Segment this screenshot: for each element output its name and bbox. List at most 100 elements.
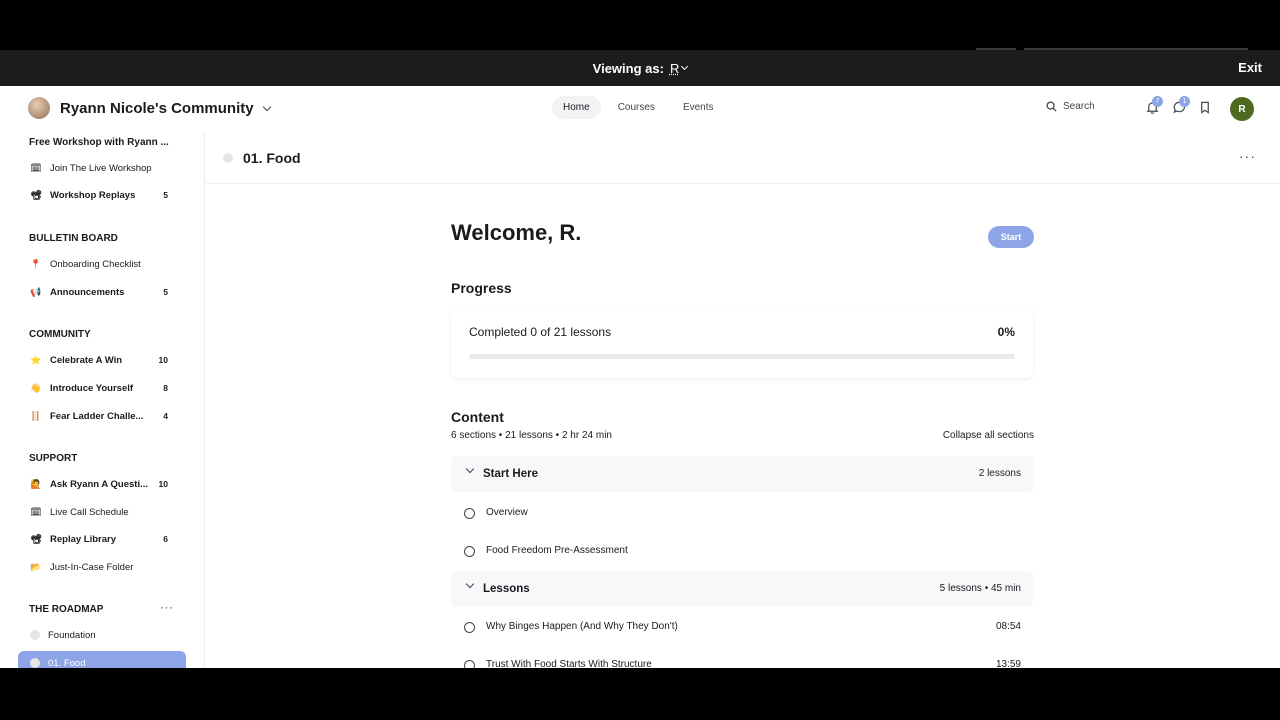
unread-count: 6: [163, 534, 168, 544]
main-content: 01. Food ··· Welcome, R. Start Progress …: [206, 132, 1280, 668]
folder-icon: 📂: [30, 561, 42, 572]
viewing-as-user-select[interactable]: R: [669, 60, 689, 76]
top-letterbox: [0, 0, 1280, 50]
calendar-icon: 🗓: [30, 506, 42, 517]
incomplete-circle-icon: [464, 546, 475, 557]
sidebar-item-label: Foundation: [48, 629, 96, 641]
lesson-row[interactable]: Trust With Food Starts With Structure 13…: [451, 647, 1033, 668]
search-button[interactable]: Search: [1046, 101, 1095, 112]
exit-button[interactable]: Exit: [1238, 50, 1262, 86]
progress-card: Completed 0 of 21 lessons 0%: [451, 308, 1033, 378]
viewing-as-center: Viewing as: R: [0, 50, 1280, 86]
incomplete-circle-icon: [464, 622, 475, 633]
section-lessons[interactable]: Lessons 5 lessons • 45 min: [451, 571, 1033, 607]
star-icon: ⭐: [30, 354, 42, 365]
sidebar-group-title[interactable]: COMMUNITY: [29, 329, 91, 340]
content-meta: 6 sections • 21 lessons • 2 hr 24 min: [451, 430, 612, 441]
viewing-as-label: Viewing as:: [592, 60, 664, 76]
more-options-icon[interactable]: ···: [160, 600, 174, 614]
section-start-here[interactable]: Start Here 2 lessons: [451, 456, 1033, 492]
community-switcher[interactable]: Ryann Nicole's Community: [28, 97, 271, 119]
sidebar-item-replay-library[interactable]: 📽 Replay Library 6: [18, 527, 186, 551]
ladder-icon: 🪜: [30, 410, 42, 421]
sidebar-item-label: Fear Ladder Challe...: [50, 410, 144, 422]
bookmark-icon: [1201, 101, 1209, 114]
chevron-down-icon: [681, 62, 689, 71]
lesson-title: Overview: [486, 507, 528, 518]
lesson-title: Why Binges Happen (And Why They Don't): [486, 621, 678, 632]
sidebar-item-foundation[interactable]: Foundation: [18, 623, 186, 647]
sidebar-group-title[interactable]: THE ROADMAP: [29, 604, 103, 615]
sidebar-item-workshop-replays[interactable]: 📽 Workshop Replays 5: [18, 183, 186, 207]
sidebar-item-label: Just-In-Case Folder: [50, 561, 134, 573]
sidebar-item-label: Onboarding Checklist: [50, 258, 141, 270]
sidebar-group-title[interactable]: SUPPORT: [29, 453, 77, 464]
lesson-title: Trust With Food Starts With Structure: [486, 659, 652, 668]
collapse-all-sections-button[interactable]: Collapse all sections: [943, 430, 1034, 441]
lesson-row[interactable]: Overview: [451, 495, 1033, 533]
screen-frame: Viewing as: R Exit Ryann Nicole's Commun…: [0, 0, 1280, 720]
search-label: Search: [1063, 101, 1095, 112]
calendar-icon: 🗓: [30, 162, 42, 173]
sidebar-item-onboarding-checklist[interactable]: 📍 Onboarding Checklist: [18, 252, 186, 276]
sidebar-item-label: Announcements: [50, 286, 125, 298]
sidebar-group-title[interactable]: BULLETIN BOARD: [29, 233, 118, 244]
messages-badge: 1: [1179, 96, 1190, 107]
section-title: Start Here: [483, 468, 538, 480]
sidebar-item-label: Celebrate A Win: [50, 354, 123, 366]
unread-count: 5: [163, 190, 168, 200]
video-camera-icon: 📽: [30, 189, 42, 200]
bookmarks-button[interactable]: [1199, 101, 1213, 115]
unread-count: 8: [163, 383, 168, 393]
unread-count: 10: [158, 479, 168, 489]
sidebar-item-announcements[interactable]: 📢 Announcements 5: [18, 280, 186, 304]
unread-count: 5: [163, 287, 168, 297]
viewing-as-bar: Viewing as: R Exit: [0, 50, 1280, 86]
community-name: Ryann Nicole's Community: [60, 99, 254, 117]
sidebar-item-just-in-case-folder[interactable]: 📂 Just-In-Case Folder: [18, 555, 186, 579]
section-info: 2 lessons: [978, 468, 1021, 479]
sidebar-item-label: 01. Food: [48, 657, 86, 669]
start-button[interactable]: Start: [988, 226, 1034, 248]
sidebar-item-ask-ryann[interactable]: 🙋 Ask Ryann A Questi... 10: [18, 472, 186, 496]
progress-bar: [469, 354, 1015, 359]
incomplete-circle-icon: [464, 660, 475, 668]
sidebar-item-01-food[interactable]: 01. Food: [18, 651, 186, 668]
sidebar-item-label: Join The Live Workshop: [50, 162, 152, 174]
welcome-heading: Welcome, R.: [451, 220, 582, 245]
megaphone-icon: 📢: [30, 286, 42, 297]
page-title: 01. Food: [243, 150, 301, 166]
community-avatar: [28, 97, 50, 119]
sidebar-item-introduce-yourself[interactable]: 👋 Introduce Yourself 8: [18, 376, 186, 400]
sidebar-item-label: Live Call Schedule: [50, 506, 129, 518]
content-heading: Content: [451, 409, 504, 425]
sidebar: Free Workshop with Ryann ... 🗓 Join The …: [0, 132, 205, 668]
sidebar-item-label: Replay Library: [50, 533, 116, 545]
user-avatar[interactable]: R: [1230, 97, 1254, 121]
nav-home[interactable]: Home: [552, 96, 601, 119]
chevron-down-icon: [465, 464, 475, 474]
sidebar-group-title[interactable]: Free Workshop with Ryann ...: [29, 137, 169, 148]
chevron-down-icon: [262, 102, 271, 111]
lesson-row[interactable]: Food Freedom Pre-Assessment: [451, 533, 1033, 571]
sidebar-item-fear-ladder-challenge[interactable]: 🪜 Fear Ladder Challe... 4: [18, 404, 186, 428]
lesson-row[interactable]: Why Binges Happen (And Why They Don't) 0…: [451, 609, 1033, 647]
progress-text: Completed 0 of 21 lessons: [469, 325, 612, 339]
page-header: 01. Food ···: [206, 132, 1280, 184]
bottom-letterbox: [0, 668, 1280, 720]
sidebar-item-celebrate-a-win[interactable]: ⭐ Celebrate A Win 10: [18, 348, 186, 372]
nav-events[interactable]: Events: [672, 96, 725, 119]
viewing-as-user: R: [669, 60, 680, 76]
section-title: Lessons: [483, 583, 530, 595]
section-info: 5 lessons • 45 min: [939, 583, 1021, 594]
more-options-icon[interactable]: ···: [1239, 148, 1256, 164]
video-camera-icon: 📽: [30, 533, 42, 544]
incomplete-circle-icon: [464, 508, 475, 519]
sidebar-item-live-call-schedule[interactable]: 🗓 Live Call Schedule: [18, 500, 186, 524]
nav-courses[interactable]: Courses: [607, 96, 666, 119]
messages-button[interactable]: 1: [1173, 96, 1190, 115]
notifications-button[interactable]: 7: [1146, 96, 1163, 115]
sidebar-item-label: Introduce Yourself: [50, 382, 134, 394]
lesson-duration: 08:54: [995, 621, 1021, 632]
sidebar-item-join-live-workshop[interactable]: 🗓 Join The Live Workshop: [18, 156, 186, 180]
